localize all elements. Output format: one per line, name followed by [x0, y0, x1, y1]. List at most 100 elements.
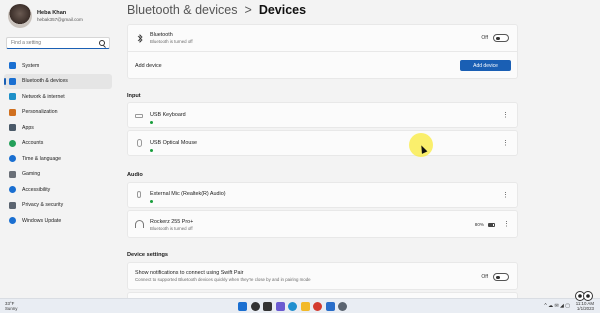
- accessibility-icon: [9, 186, 16, 194]
- search-input[interactable]: [11, 40, 99, 46]
- sidebar-item-time-language[interactable]: Time & language: [4, 151, 112, 167]
- sidebar-item-label: Gaming: [22, 171, 41, 178]
- sidebar-item-privacy-security[interactable]: Privacy & security: [4, 198, 112, 214]
- battery-icon: [488, 222, 495, 227]
- device-name: Rockerz 255 Pro+: [150, 219, 194, 225]
- add-device-row: Add device Add device: [128, 52, 517, 79]
- user-profile[interactable]: Heba Khan hebak357@gmail.com: [8, 4, 83, 28]
- user-email: hebak357@gmail.com: [37, 17, 83, 22]
- search-icon[interactable]: [99, 40, 105, 46]
- more-options-icon[interactable]: ⋮: [502, 192, 509, 199]
- sidebar-item-bluetooth-devices[interactable]: Bluetooth & devices: [4, 73, 112, 89]
- settings-icon[interactable]: [338, 302, 347, 311]
- sidebar-item-personalization[interactable]: Personalization: [4, 105, 112, 121]
- device-row-keyboard[interactable]: USB Keyboard ⋮: [127, 102, 518, 128]
- bluetooth-title: Bluetooth: [150, 32, 173, 38]
- more-options-icon[interactable]: ⋮: [502, 140, 509, 147]
- device-name: USB Optical Mouse: [150, 140, 198, 146]
- sidebar-item-label: Bluetooth & devices: [22, 78, 68, 85]
- battery-level: 80%: [474, 222, 484, 227]
- sidebar-item-accounts[interactable]: Accounts: [4, 136, 112, 152]
- edge-icon[interactable]: [288, 302, 297, 311]
- swift-pair-toggle[interactable]: [493, 273, 509, 281]
- update-icon: [9, 217, 16, 225]
- connected-indicator: [150, 121, 153, 124]
- weather-widget[interactable]: 33°F Sunny: [5, 301, 17, 312]
- taskbar-apps: [238, 302, 351, 311]
- sidebar-nav: System Bluetooth & devices Network & int…: [4, 58, 112, 229]
- microphone-icon: [137, 191, 141, 198]
- chrome-icon[interactable]: [313, 302, 322, 311]
- avatar[interactable]: [8, 4, 32, 28]
- bluetooth-devices-icon: [9, 77, 16, 85]
- owl-mascot-icon: [575, 291, 593, 301]
- swift-pair-row: Show notifications to connect using Swif…: [127, 262, 518, 290]
- widgets-icon[interactable]: [275, 302, 285, 311]
- connected-indicator: [150, 149, 153, 152]
- network-icon: [9, 93, 16, 101]
- swift-pair-description: Connect to supported Bluetooth devices q…: [135, 277, 311, 282]
- sidebar-item-label: Personalization: [22, 109, 58, 116]
- sidebar-item-system[interactable]: System: [4, 58, 112, 74]
- sidebar-item-windows-update[interactable]: Windows Update: [4, 213, 112, 229]
- breadcrumb-separator: >: [244, 3, 252, 17]
- device-name: External Mic (Realtek(R) Audio): [150, 191, 226, 197]
- sidebar-item-apps[interactable]: Apps: [4, 120, 112, 136]
- sidebar-item-network[interactable]: Network & internet: [4, 89, 112, 105]
- store-icon[interactable]: [325, 302, 335, 311]
- brush-icon: [9, 108, 16, 116]
- file-explorer-icon[interactable]: [300, 302, 310, 311]
- task-view-icon[interactable]: [263, 302, 272, 311]
- shield-icon: [9, 201, 16, 209]
- more-options-icon[interactable]: ⋮: [503, 221, 510, 228]
- bluetooth-card: Bluetooth Bluetooth is turned off Off Ad…: [127, 24, 518, 79]
- sidebar-item-accessibility[interactable]: Accessibility: [4, 182, 112, 198]
- sidebar-item-label: System: [22, 62, 40, 69]
- clock-date: 1/1/2023: [576, 306, 594, 312]
- sidebar-item-label: Network & internet: [22, 93, 65, 100]
- bluetooth-row: Bluetooth Bluetooth is turned off Off: [128, 25, 517, 52]
- swift-pair-title: Show notifications to connect using Swif…: [135, 270, 244, 276]
- device-name: USB Keyboard: [150, 112, 186, 118]
- sidebar-item-label: Time & language: [22, 155, 62, 162]
- device-row-external-mic[interactable]: External Mic (Realtek(R) Audio) ⋮: [127, 182, 518, 208]
- sidebar-item-label: Privacy & security: [22, 202, 64, 209]
- apps-icon: [9, 124, 16, 132]
- system-icon: [9, 62, 16, 70]
- section-audio: Audio: [127, 172, 143, 178]
- add-device-label: Add device: [135, 63, 162, 69]
- bluetooth-icon: [137, 34, 143, 43]
- breadcrumb: Bluetooth & devices > Devices: [127, 3, 306, 17]
- section-device-settings: Device settings: [127, 252, 169, 258]
- device-row-mouse[interactable]: USB Optical Mouse ⋮: [127, 130, 518, 156]
- clock[interactable]: 11:10 AM 1/1/2023: [576, 301, 594, 312]
- globe-clock-icon: [9, 155, 16, 163]
- connected-indicator: [150, 200, 153, 203]
- add-device-button[interactable]: Add device: [460, 60, 511, 71]
- system-tray[interactable]: ^ ☁ ✉ ◢ ▢: [544, 303, 570, 309]
- main-content: Bluetooth & devices > Devices Bluetooth Bl…: [118, 0, 600, 298]
- search-box[interactable]: [6, 37, 110, 49]
- breadcrumb-parent[interactable]: Bluetooth & devices: [127, 3, 238, 17]
- bluetooth-toggle-label: Off: [481, 35, 488, 41]
- device-row-headphones[interactable]: Rockerz 255 Pro+ Bluetooth is turned off…: [127, 210, 518, 238]
- device-status: Bluetooth is turned off: [150, 226, 193, 231]
- mouse-icon: [137, 139, 142, 147]
- headphones-icon: [135, 220, 144, 228]
- bluetooth-status: Bluetooth is turned off: [150, 39, 193, 44]
- bluetooth-toggle[interactable]: [493, 34, 509, 42]
- sidebar-item-label: Apps: [22, 124, 34, 131]
- keyboard-icon: [135, 114, 143, 118]
- sidebar: Heba Khan hebak357@gmail.com System Blue…: [0, 0, 116, 298]
- sidebar-item-label: Windows Update: [22, 217, 62, 224]
- section-input: Input: [127, 93, 141, 99]
- accounts-icon: [9, 139, 16, 147]
- search-icon[interactable]: [250, 302, 260, 311]
- more-options-icon[interactable]: ⋮: [502, 112, 509, 119]
- sidebar-item-label: Accounts: [22, 140, 44, 147]
- sidebar-item-label: Accessibility: [22, 186, 51, 193]
- start-icon[interactable]: [238, 302, 247, 311]
- taskbar: 33°F Sunny ^ ☁ ✉ ◢ ▢ 11:10 AM 1/1/2023: [0, 298, 600, 313]
- sidebar-item-gaming[interactable]: Gaming: [4, 167, 112, 183]
- weather-condition: Sunny: [5, 306, 18, 312]
